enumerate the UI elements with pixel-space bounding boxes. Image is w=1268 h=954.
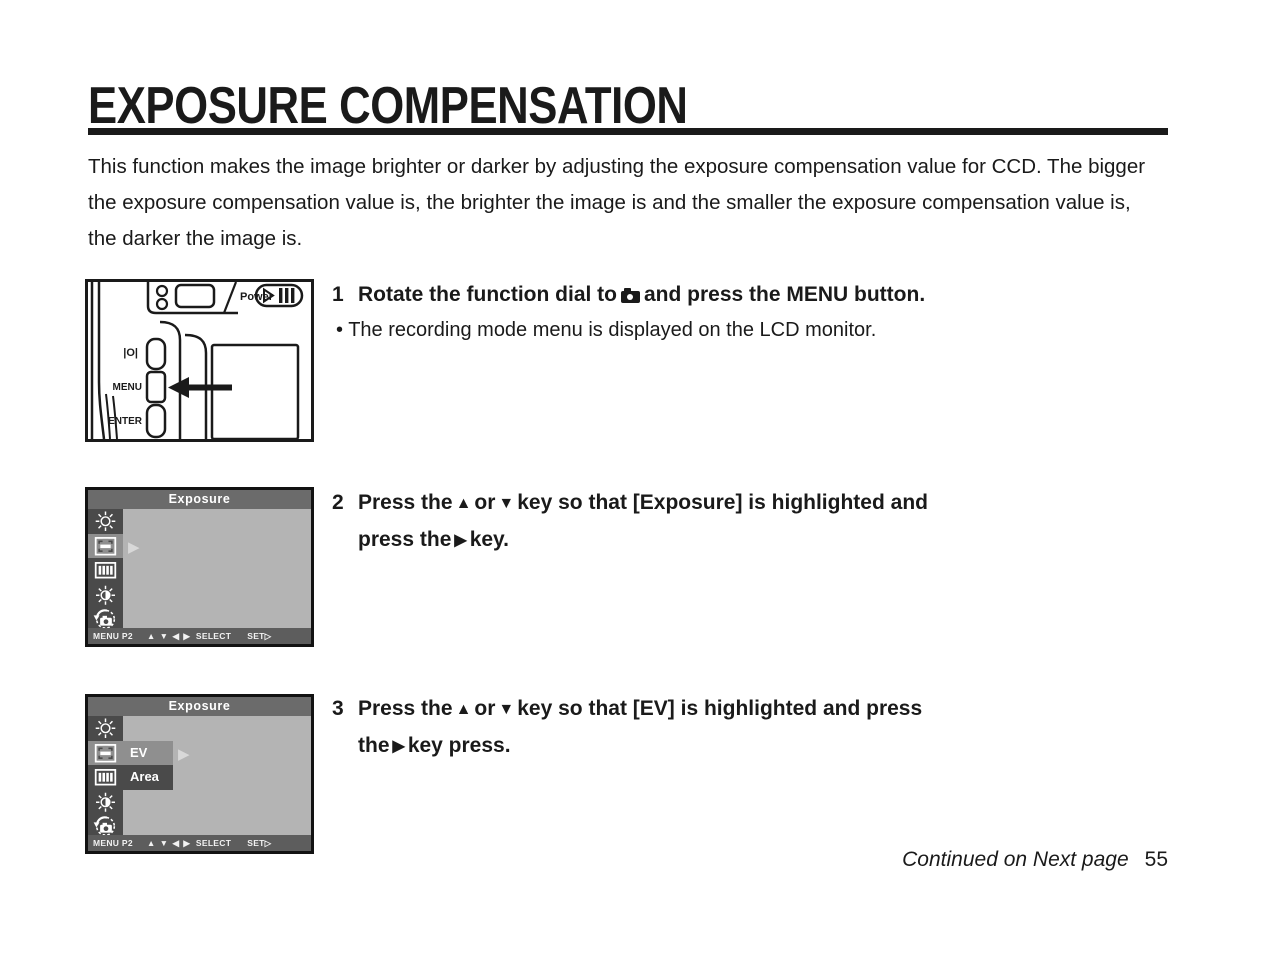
step-3-text: 3 Press the ▲ or ▼ key so that [EV] is highli… bbox=[332, 690, 1162, 764]
lcd1-status-select: SELECT bbox=[195, 631, 232, 641]
lcd1-status-set-arrow-icon: ▷ bbox=[264, 631, 272, 641]
lcd1-icon-exposure-frame-icon[interactable] bbox=[88, 533, 123, 558]
page-footer: Continued on Next page 55 bbox=[902, 848, 1168, 872]
page-title: EXPOSURE COMPENSATION bbox=[88, 77, 688, 135]
lcd1-status-set: SET bbox=[247, 631, 265, 641]
lcd2-icon-brightness-icon[interactable] bbox=[88, 790, 123, 815]
key-down-icon: ▼ bbox=[498, 701, 515, 718]
lcd1-title: Exposure bbox=[88, 490, 311, 509]
lcd2-status-menu: MENU P2 bbox=[93, 838, 133, 848]
menu-button-label: MENU bbox=[113, 382, 142, 393]
step-3-number: 3 bbox=[332, 697, 344, 720]
step-3-line1-c: key so that [EV] is highlighted and pres… bbox=[517, 697, 923, 720]
key-right-icon: ▶ bbox=[454, 532, 467, 549]
lcd1-status-menu: MENU P2 bbox=[93, 631, 133, 641]
step-1-text: 1 Rotate the function dial to and press th… bbox=[332, 276, 1162, 347]
lcd2-body: EV Area ▶ bbox=[88, 716, 311, 836]
step-1-bullet: • The recording mode menu is displayed o… bbox=[336, 319, 877, 341]
lcd2-icon-exposure-frame-icon[interactable] bbox=[88, 740, 123, 765]
step-1-heading: 1 Rotate the function dial to and press th… bbox=[332, 276, 1162, 313]
lcd2-icon-column bbox=[88, 716, 123, 836]
page-number: 55 bbox=[1144, 848, 1168, 871]
step-1-number: 1 bbox=[332, 283, 344, 306]
lcd1-icon-white-balance-sun-icon[interactable] bbox=[88, 509, 123, 534]
lcd1-icon-column bbox=[88, 509, 123, 629]
lcd1-icon-bars-icon[interactable] bbox=[88, 558, 123, 583]
step-3-heading: 3 Press the ▲ or ▼ key so that [EV] is highli… bbox=[332, 690, 1162, 764]
continued-note: Continued on Next page bbox=[902, 848, 1129, 871]
lcd2-status-set: SET bbox=[247, 838, 265, 848]
step-1-head-before: Rotate the function dial to bbox=[358, 283, 617, 306]
camera-icon bbox=[620, 288, 640, 303]
enter-button-label: ENTER bbox=[108, 416, 143, 427]
key-up-icon: ▲ bbox=[455, 701, 472, 718]
lcd-screen-exposure-menu: Exposure ▶ MENU P2 ▲ ▼ ◀ ▶ SELECT SET▷ bbox=[85, 487, 314, 647]
lcd2-status-set-arrow-icon: ▷ bbox=[264, 838, 272, 848]
step-2-line1-a: Press the bbox=[358, 491, 453, 514]
step-3-line2: the ▶ key press. bbox=[358, 727, 1162, 764]
lcd2-cursor-right-icon: ▶ bbox=[178, 746, 190, 763]
step-2-line1-b: or bbox=[474, 491, 496, 514]
step-2-text: 2 Press the ▲ or ▼ key so that [Exposure] is … bbox=[332, 484, 1162, 558]
step-2-line2-b: key. bbox=[469, 528, 510, 551]
key-up-icon: ▲ bbox=[455, 495, 472, 512]
step-2-number: 2 bbox=[332, 491, 344, 514]
camera-back-svg: |O| MENU ENTER Power bbox=[90, 281, 304, 441]
key-down-icon: ▼ bbox=[498, 495, 515, 512]
key-right-icon: ▶ bbox=[392, 738, 405, 755]
lcd1-icon-brightness-icon[interactable] bbox=[88, 583, 123, 608]
lcd2-status-keys: ▲ ▼ ◀ ▶ bbox=[146, 838, 191, 848]
step-2-line1-c: key so that [Exposure] is highlighted an… bbox=[517, 491, 928, 514]
lcd1-status-keys: ▲ ▼ ◀ ▶ bbox=[146, 631, 191, 641]
display-button-label: |O| bbox=[123, 347, 138, 359]
lcd2-option-ev[interactable]: EV bbox=[123, 740, 173, 765]
lcd2-title: Exposure bbox=[88, 697, 311, 716]
step-3-line1-b: or bbox=[474, 697, 496, 720]
lcd2-status-select: SELECT bbox=[195, 838, 232, 848]
lcd2-icon-bars-icon[interactable] bbox=[88, 765, 123, 790]
step-3-line2-b: key press. bbox=[407, 734, 511, 757]
step-2-line2: press the ▶ key. bbox=[358, 521, 1162, 558]
camera-back-illustration: |O| MENU ENTER Power bbox=[85, 279, 314, 442]
lcd2-option-area[interactable]: Area bbox=[123, 765, 173, 790]
step-3-line2-a: the bbox=[358, 734, 390, 757]
lcd1-cursor-right-icon: ▶ bbox=[128, 539, 140, 556]
lcd2-icon-white-balance-sun-icon[interactable] bbox=[88, 716, 123, 741]
step-1-head-after: and press the MENU button. bbox=[643, 283, 926, 306]
lcd1-body: ▶ bbox=[88, 509, 311, 629]
title-underline-rule bbox=[88, 128, 1168, 135]
lcd2-status-bar: MENU P2 ▲ ▼ ◀ ▶ SELECT SET▷ bbox=[88, 835, 311, 851]
power-switch-label: Power bbox=[240, 291, 274, 303]
lcd-screen-exposure-submenu: Exposure EV Area ▶ MENU P2 ▲ ▼ ◀ ▶ SELEC… bbox=[85, 694, 314, 854]
step-2-line2-a: press the bbox=[358, 528, 452, 551]
step-3-line1-a: Press the bbox=[358, 697, 453, 720]
intro-paragraph: This function makes the image brighter o… bbox=[88, 155, 1146, 250]
lcd1-status-bar: MENU P2 ▲ ▼ ◀ ▶ SELECT SET▷ bbox=[88, 628, 311, 644]
step-2-heading: 2 Press the ▲ or ▼ key so that [Exposure] is … bbox=[332, 484, 1162, 558]
